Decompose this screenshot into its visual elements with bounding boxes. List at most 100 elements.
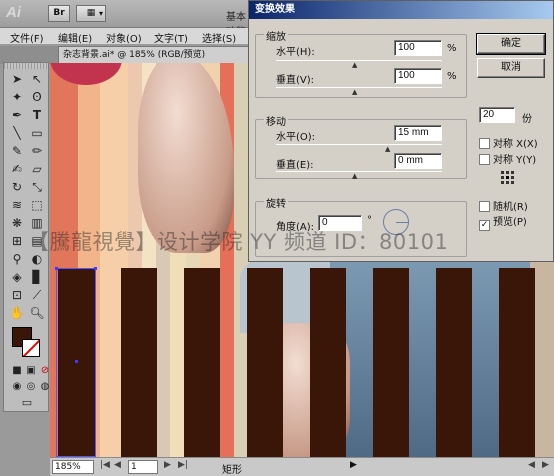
hand-tool-icon[interactable]: ✋ [8,305,26,321]
warp-tool-icon[interactable]: ≋ [8,197,26,213]
menu-type[interactable]: 文字(T) [154,30,188,45]
panel-grip[interactable] [4,63,48,69]
rotate-angle-unit: ° [367,215,372,226]
scale-vertical-unit: % [447,71,457,82]
scale-horizontal-unit: % [447,43,457,54]
reflect-y-label: 对称 Y(Y) [493,155,537,166]
reflect-x-checkbox[interactable]: 对称 X(X) [479,135,538,150]
checkmark-icon[interactable]: ✓ [479,220,490,231]
scale-tool-icon[interactable]: ⤡ [28,179,46,195]
blob-brush-tool-icon[interactable]: ✍ [8,161,26,177]
move-vertical-label: 垂直(E): [276,160,314,171]
screen-mode-icon[interactable]: ▭ [18,395,36,411]
artboard-number-field[interactable]: 1 [128,460,158,474]
status-bar: 185% |◀ ◀ 1 ▶ ▶| 矩形 ▶ ◀ ▶ [50,457,554,476]
menu-file[interactable]: 文件(F) [10,30,44,45]
ok-button[interactable]: 确定 [476,33,546,55]
slider-thumb-icon[interactable]: ▲ [352,88,357,96]
eraser-tool-icon[interactable]: ▱ [28,161,46,177]
line-tool-icon[interactable]: ╲ [8,125,26,141]
preview-label: 预览(P) [493,217,527,228]
rotate-tool-icon[interactable]: ↻ [8,179,26,195]
stroke-color-swatch[interactable] [22,339,40,357]
type-tool-icon[interactable]: T [28,107,46,123]
direct-selection-tool-icon[interactable]: ↖ [28,71,46,87]
dark-bar [373,268,409,457]
scale-vertical-input[interactable]: 100 [394,68,442,84]
center-point[interactable] [75,360,78,363]
live-paint-tool-icon[interactable]: ◈ [8,269,26,285]
reflect-x-label: 对称 X(X) [493,139,538,150]
slider-thumb-icon[interactable]: ▲ [352,172,357,180]
bridge-button[interactable]: Br [48,5,70,22]
menu-edit[interactable]: 编辑(E) [58,30,92,45]
document-tab[interactable]: 杂志背景.ai* @ 185% (RGB/预览) [58,46,250,64]
rotate-group-title: 旋转 [264,195,288,210]
copies-label: 份 [522,114,532,125]
dark-bar [184,268,220,457]
zoom-tool-icon[interactable]: 🔍︎ [28,305,46,321]
menu-object[interactable]: 对象(O) [106,30,142,45]
anchor-point[interactable] [55,267,58,270]
menu-bar: 文件(F) 编辑(E) 对象(O) 文字(T) 选择(S) [0,28,250,45]
transform-effect-dialog: 变换效果 缩放 水平(H): 100 % ▲ 垂直(V): 100 % ▲ 移动… [248,0,554,262]
pencil-tool-icon[interactable]: ✏ [28,143,46,159]
move-horizontal-input[interactable]: 15 mm [394,125,442,141]
mesh-tool-icon[interactable]: ⊞ [8,233,26,249]
last-artboard-icon[interactable]: ▶| [178,460,188,470]
free-transform-tool-icon[interactable]: ⬚ [28,197,46,213]
paintbrush-tool-icon[interactable]: ✎ [8,143,26,159]
copies-input[interactable]: 20 [479,107,515,123]
move-horizontal-slider[interactable] [276,144,442,145]
artboard-tool-icon[interactable]: ⊡ [8,287,26,303]
dark-bar [436,268,472,457]
watermark-text: 【騰龍視覺】设计学院 YY 频道 ID：80101 [28,230,449,254]
slider-thumb-icon[interactable]: ▲ [385,145,390,153]
preview-checkbox[interactable]: ✓ 预览(P) [479,213,527,231]
move-vertical-slider[interactable] [276,171,442,172]
move-vertical-input[interactable]: 0 mm [394,153,442,169]
eyedropper-tool-icon[interactable]: ⚲ [8,251,26,267]
slider-thumb-icon[interactable]: ▲ [352,61,357,69]
slice-tool-icon[interactable]: ⟋ [28,287,46,303]
checkbox-box[interactable] [479,201,490,212]
next-artboard-icon[interactable]: ▶ [164,460,171,470]
magic-wand-tool-icon[interactable]: ✦ [8,89,26,105]
random-checkbox[interactable]: 随机(R) [479,198,528,213]
first-artboard-icon[interactable]: |◀ [100,460,110,470]
zoom-level-field[interactable]: 185% [52,460,94,474]
selection-tool-icon[interactable]: ➤ [8,71,26,87]
chart-tool-icon[interactable]: ▊ [28,269,46,285]
scale-vertical-slider[interactable] [276,87,442,88]
illustrator-logo: Ai [6,4,21,21]
dialog-title[interactable]: 变换效果 [249,1,553,19]
cancel-button[interactable]: 取消 [477,58,545,78]
anchor-point[interactable] [94,267,97,270]
reflect-y-checkbox[interactable]: 对称 Y(Y) [479,151,536,166]
scale-horizontal-label: 水平(H): [276,47,315,58]
lasso-tool-icon[interactable]: ʘ [28,89,46,105]
reference-point-grid[interactable] [501,171,515,185]
scale-horizontal-slider[interactable] [276,60,442,61]
scroll-right-icon[interactable]: ▶ [542,460,549,470]
dark-bar [121,268,157,457]
status-menu-icon[interactable]: ▶ [350,460,357,470]
prev-artboard-icon[interactable]: ◀ [114,460,121,470]
rectangle-tool-icon[interactable]: ▭ [28,125,46,141]
symbol-sprayer-tool-icon[interactable]: ❋ [8,215,26,231]
dark-bar [247,268,283,457]
dark-bar [310,268,346,457]
scale-vertical-label: 垂直(V): [276,75,315,86]
scale-horizontal-input[interactable]: 100 [394,40,442,56]
checkbox-box[interactable] [479,138,490,149]
scroll-left-icon[interactable]: ◀ [528,460,535,470]
app-title-bar: Ai Br ▦ 基本功能 [0,0,250,38]
checkbox-box[interactable] [479,154,490,165]
menu-select[interactable]: 选择(S) [202,30,236,45]
move-group-title: 移动 [264,113,288,128]
arrange-documents-button[interactable]: ▦ [76,5,106,22]
pen-tool-icon[interactable]: ✒ [8,107,26,123]
scale-group: 缩放 水平(H): 100 % ▲ 垂直(V): 100 % ▲ [255,28,467,98]
move-group: 移动 水平(O): 15 mm ▲ 垂直(E): 0 mm ▲ [255,113,467,180]
left-margin [0,412,50,476]
